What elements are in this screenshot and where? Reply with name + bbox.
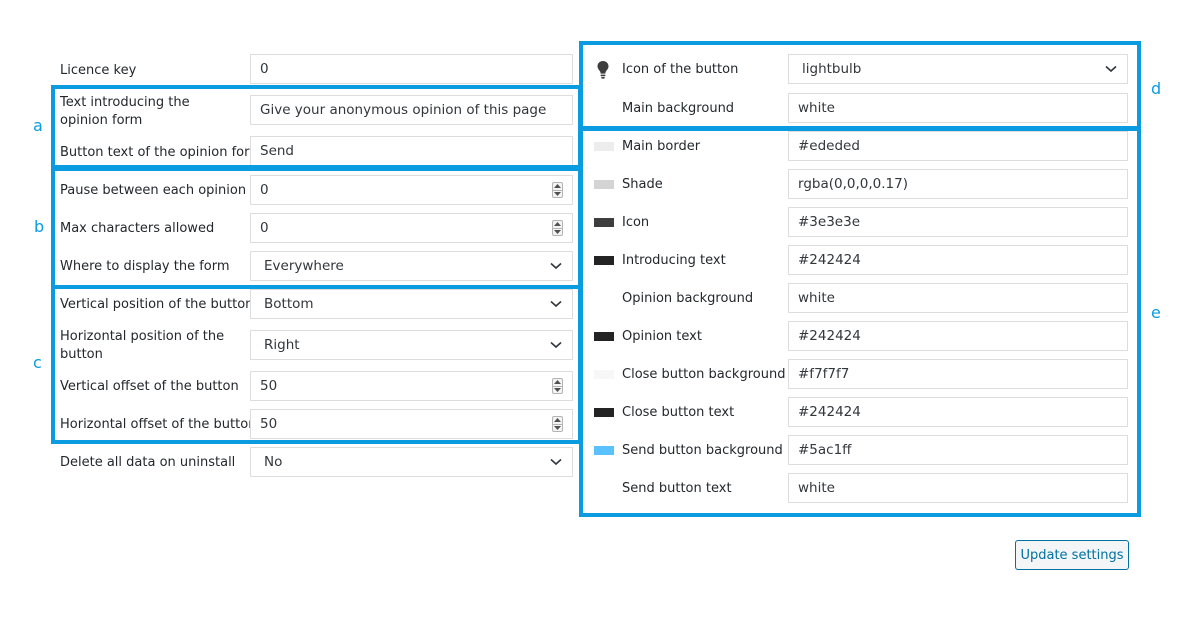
annotation-letter-d: d (1151, 79, 1162, 98)
update-settings-button[interactable]: Update settings (1015, 540, 1129, 570)
delete-data-select[interactable]: No (250, 447, 573, 477)
annotation-box-c (51, 285, 582, 444)
annotation-box-d (579, 41, 1141, 130)
annotation-box-b (51, 167, 582, 289)
annotation-letter-e: e (1151, 303, 1161, 322)
annotation-box-e (579, 127, 1141, 517)
licence-key-input[interactable]: 0 (250, 54, 573, 84)
annotation-letter-a: a (33, 116, 43, 135)
annotation-box-a (51, 85, 582, 169)
chevron-down-icon (549, 455, 563, 469)
annotation-letter-b: b (34, 217, 45, 236)
annotation-letter-c: c (33, 353, 42, 372)
licence-key-label: Licence key (60, 63, 137, 78)
delete-data-label: Delete all data on uninstall (60, 455, 236, 470)
